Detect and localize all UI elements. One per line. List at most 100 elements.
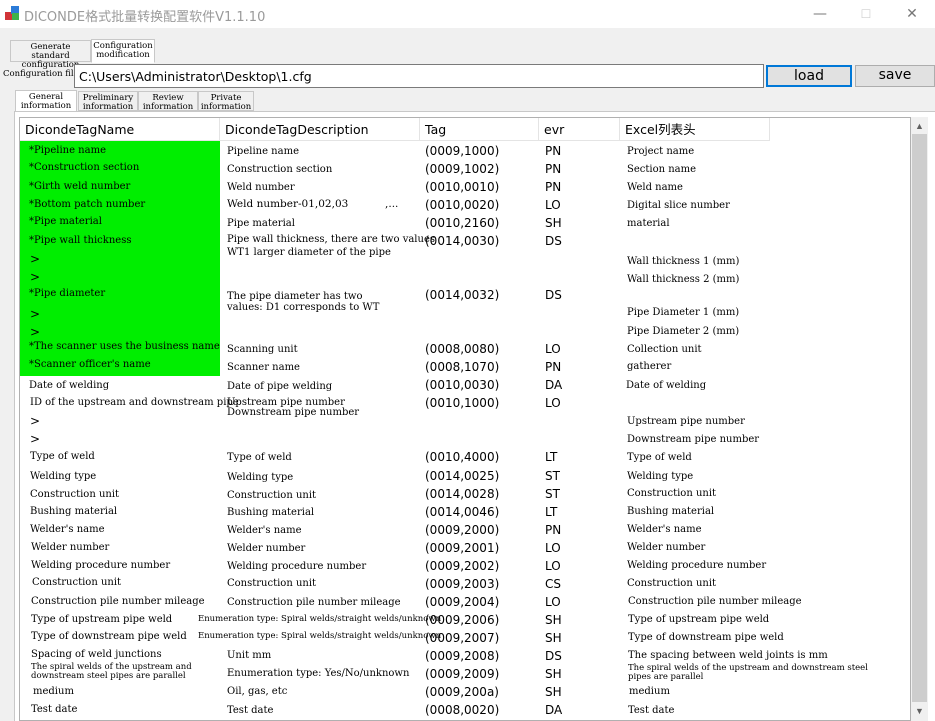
- load-button[interactable]: load: [766, 65, 852, 87]
- table-cell-tag[interactable]: (0010,0010): [425, 180, 499, 194]
- table-cell-description[interactable]: Welder number: [227, 543, 305, 554]
- table-cell-tag[interactable]: (0008,0020): [425, 703, 499, 717]
- table-cell-evr[interactable]: LO: [545, 396, 561, 410]
- table-cell-excel[interactable]: Construction unit: [627, 578, 716, 589]
- table-cell-evr[interactable]: LT: [545, 450, 557, 464]
- table-cell-description[interactable]: Scanning unit: [227, 344, 298, 355]
- table-cell-evr[interactable]: SH: [545, 216, 562, 230]
- table-cell-excel[interactable]: Bushing material: [627, 506, 714, 517]
- table-cell-excel[interactable]: Type of weld: [627, 452, 692, 463]
- table-cell-name[interactable]: *Girth weld number: [29, 181, 130, 192]
- table-cell-tag[interactable]: (0009,2007): [425, 631, 499, 645]
- maximize-button[interactable]: ☐: [843, 0, 889, 28]
- table-cell-excel[interactable]: Pipe Diameter 1 (mm): [627, 307, 739, 318]
- table-cell-excel[interactable]: Downstream pipe number: [627, 434, 759, 445]
- table-cell-description[interactable]: Pipe wall thickness, there are two value…: [227, 233, 435, 259]
- table-cell-evr[interactable]: PN: [545, 180, 561, 194]
- table-cell-description[interactable]: Oil, gas, etc: [227, 686, 287, 697]
- table-cell-description[interactable]: Construction section: [227, 164, 332, 175]
- table-cell-evr[interactable]: DA: [545, 703, 562, 717]
- table-cell-tag[interactable]: (0008,0080): [425, 342, 499, 356]
- table-cell-evr[interactable]: ST: [545, 469, 560, 483]
- tab-configuration-modification[interactable]: Configuration modification: [91, 39, 155, 63]
- table-cell-tag[interactable]: (0009,200a): [425, 685, 499, 699]
- table-cell-tag[interactable]: (0010,4000): [425, 450, 499, 464]
- table-cell-name[interactable]: ID of the upstream and downstream pipe: [30, 397, 239, 408]
- table-cell-description[interactable]: Enumeration type: Yes/No/unknown: [227, 668, 409, 679]
- table-cell-tag[interactable]: (0009,2001): [425, 541, 499, 555]
- table-cell-tag[interactable]: (0010,0030): [425, 378, 499, 392]
- table-cell-name[interactable]: The spiral welds of the upstream and dow…: [31, 663, 192, 681]
- table-cell-excel[interactable]: Welding type: [627, 471, 693, 482]
- tab-general-information[interactable]: General information: [15, 90, 77, 112]
- table-cell-tag[interactable]: (0009,2009): [425, 667, 499, 681]
- tab-review-information[interactable]: Review information: [138, 91, 198, 112]
- table-cell-description[interactable]: Type of weld: [227, 452, 292, 463]
- table-cell-description[interactable]: Date of pipe welding: [227, 381, 332, 392]
- column-header-tag[interactable]: Tag: [420, 118, 539, 141]
- table-cell-excel[interactable]: Type of upstream pipe weld: [628, 614, 769, 625]
- table-cell-description[interactable]: Scanner name: [227, 362, 300, 373]
- table-cell-name[interactable]: >: [30, 414, 40, 428]
- table-cell-excel[interactable]: Welder number: [627, 542, 705, 553]
- table-cell-excel[interactable]: Weld name: [627, 182, 683, 193]
- table-cell-name[interactable]: *The scanner uses the business name: [29, 341, 220, 352]
- table-cell-name[interactable]: Test date: [31, 704, 77, 715]
- table-cell-description[interactable]: Weld number-01,02,03 ,...: [227, 199, 398, 210]
- table-cell-excel[interactable]: Test date: [628, 705, 674, 716]
- table-cell-tag[interactable]: (0014,0046): [425, 505, 499, 519]
- table-cell-name[interactable]: >: [30, 325, 40, 339]
- table-cell-name[interactable]: Type of downstream pipe weld: [31, 631, 187, 642]
- table-cell-evr[interactable]: LO: [545, 541, 561, 555]
- table-cell-description[interactable]: Test date: [227, 705, 273, 716]
- table-cell-name[interactable]: Construction unit: [32, 577, 121, 588]
- table-cell-evr[interactable]: LO: [545, 559, 561, 573]
- table-cell-evr[interactable]: LO: [545, 198, 561, 212]
- table-cell-excel[interactable]: The spacing between weld joints is mm: [628, 650, 828, 661]
- table-cell-excel[interactable]: Construction pile number mileage: [628, 596, 802, 607]
- table-cell-description[interactable]: Unit mm: [227, 650, 271, 661]
- table-cell-tag[interactable]: (0009,1000): [425, 144, 499, 158]
- table-cell-name[interactable]: medium: [33, 686, 74, 697]
- table-cell-name[interactable]: *Construction section: [29, 162, 139, 173]
- table-cell-evr[interactable]: DS: [545, 288, 562, 302]
- table-cell-excel[interactable]: material: [627, 218, 670, 229]
- tag-config-table[interactable]: DicondeTagName DicondeTagDescription Tag…: [19, 117, 911, 721]
- table-cell-description[interactable]: Enumeration type: Spiral welds/straight …: [198, 632, 441, 641]
- table-cell-description[interactable]: The pipe diameter has two values: D1 cor…: [227, 291, 379, 313]
- table-cell-name[interactable]: *Pipeline name: [29, 145, 106, 156]
- table-cell-name[interactable]: Welder's name: [30, 524, 105, 535]
- table-cell-evr[interactable]: PN: [545, 360, 561, 374]
- vertical-scrollbar[interactable]: ▲ ▼: [911, 117, 928, 721]
- table-cell-name[interactable]: Spacing of weld junctions: [31, 649, 162, 660]
- table-cell-description[interactable]: Welding type: [227, 472, 293, 483]
- table-cell-evr[interactable]: LT: [545, 505, 557, 519]
- table-cell-excel[interactable]: Digital slice number: [627, 200, 730, 211]
- table-cell-description[interactable]: Construction unit: [227, 490, 316, 501]
- table-cell-excel[interactable]: Collection unit: [627, 344, 702, 355]
- table-cell-name[interactable]: *Pipe diameter: [29, 288, 105, 299]
- table-cell-name[interactable]: >: [30, 252, 40, 266]
- table-cell-tag[interactable]: (0010,1000): [425, 396, 499, 410]
- table-cell-evr[interactable]: SH: [545, 685, 562, 699]
- minimize-button[interactable]: —: [797, 0, 843, 28]
- table-cell-name[interactable]: Type of upstream pipe weld: [31, 614, 172, 625]
- table-cell-tag[interactable]: (0010,2160): [425, 216, 499, 230]
- table-cell-tag[interactable]: (0009,2003): [425, 577, 499, 591]
- scroll-down-arrow-icon[interactable]: ▼: [911, 704, 928, 718]
- table-cell-evr[interactable]: PN: [545, 523, 561, 537]
- column-header-excel[interactable]: Excel列表头: [620, 118, 770, 141]
- table-cell-name[interactable]: *Scanner officer's name: [29, 359, 151, 370]
- table-cell-excel[interactable]: Wall thickness 1 (mm): [627, 256, 739, 267]
- table-cell-description[interactable]: Construction pile number mileage: [227, 597, 401, 608]
- table-cell-evr[interactable]: SH: [545, 667, 562, 681]
- table-cell-tag[interactable]: (0009,2008): [425, 649, 499, 663]
- table-cell-evr[interactable]: DS: [545, 649, 562, 663]
- table-cell-evr[interactable]: ST: [545, 487, 560, 501]
- table-cell-description[interactable]: Welder's name: [227, 525, 302, 536]
- table-cell-description[interactable]: Weld number: [227, 182, 295, 193]
- table-cell-evr[interactable]: CS: [545, 577, 561, 591]
- scroll-up-arrow-icon[interactable]: ▲: [911, 119, 928, 133]
- table-cell-evr[interactable]: LO: [545, 595, 561, 609]
- table-cell-excel[interactable]: Section name: [627, 164, 696, 175]
